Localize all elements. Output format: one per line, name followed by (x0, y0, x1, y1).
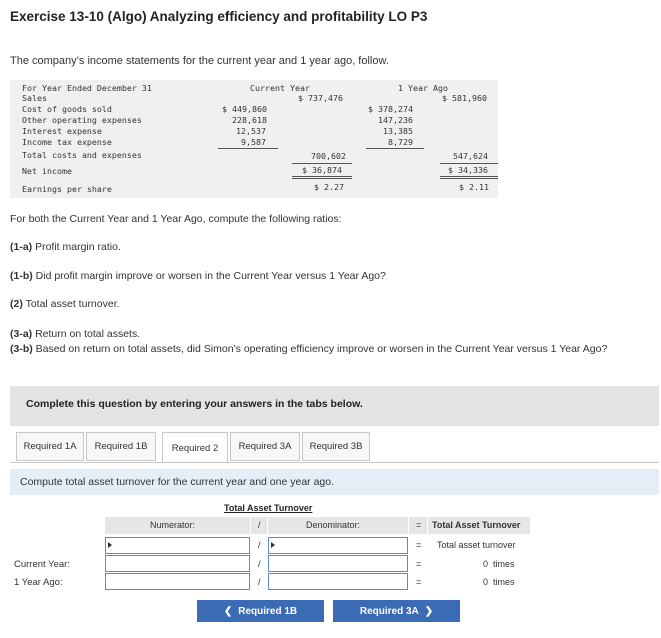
ago-result-value: 0 (482, 577, 488, 587)
numerator-label-input[interactable] (105, 537, 250, 554)
total-label: Total costs and expenses (22, 150, 142, 160)
question-tag: (2) (10, 298, 23, 310)
question-3a: (3-a) Return on total assets. (10, 328, 140, 340)
income-statement: For Year Ended December 31 Current Year … (10, 80, 498, 198)
question-text: Based on return on total assets, did Sim… (32, 343, 608, 355)
sales-current: $ 737,476 (298, 93, 343, 103)
underline (440, 163, 498, 164)
table-title: Total Asset Turnover (224, 503, 313, 513)
question-tag: (3-b) (10, 343, 33, 355)
tax-ago: 8,729 (388, 137, 413, 147)
question-text: Total asset turnover. (22, 298, 120, 310)
opex-label: Other operating expenses (22, 115, 142, 125)
ago-result-unit: times (493, 577, 515, 587)
eq-header: = (416, 520, 422, 530)
double-underline (440, 176, 498, 179)
current-denominator-input[interactable] (268, 555, 408, 572)
tax-label: Income tax expense (22, 137, 112, 147)
question-tag: (3-a) (10, 328, 33, 340)
dropdown-arrow-icon (108, 542, 112, 548)
tab-required-2[interactable]: Required 2 (162, 432, 228, 463)
question-2: (2) Total asset turnover. (10, 298, 120, 310)
prev-button[interactable]: ❮ Required 1B (197, 600, 324, 622)
tab-required-1b[interactable]: Required 1B (86, 432, 156, 461)
next-button[interactable]: Required 3A ❯ (333, 600, 460, 622)
net-income-label: Net income (22, 166, 72, 176)
interest-label: Interest expense (22, 126, 102, 136)
tax-current: 9,587 (241, 137, 266, 147)
instructions-banner: Complete this question by entering your … (10, 386, 659, 426)
slash-symbol: / (258, 540, 261, 550)
ago-numerator-input[interactable] (105, 573, 250, 590)
slash-symbol: / (258, 559, 261, 569)
net-income-current: $ 36,874 (302, 165, 342, 175)
statement-col-ago: 1 Year Ago (398, 83, 448, 93)
underline (292, 163, 352, 164)
underline (218, 148, 278, 149)
opex-ago: 147,236 (378, 115, 413, 125)
chevron-right-icon: ❯ (424, 605, 434, 617)
banner-text: Complete this question by entering your … (26, 398, 363, 410)
page-title: Exercise 13-10 (Algo) Analyzing efficien… (10, 9, 428, 24)
total-current: 700,602 (311, 151, 346, 161)
result-subheader: Total asset turnover (437, 540, 516, 550)
prev-button-label: Required 1B (238, 605, 298, 617)
denominator-label-input[interactable] (268, 537, 408, 554)
sales-label: Sales (22, 93, 47, 103)
equals-symbol: = (416, 540, 422, 550)
question-tag: (1-a) (10, 241, 33, 253)
denominator-header: Denominator: (306, 520, 361, 530)
total-ago: 547,624 (453, 151, 488, 161)
current-result-value: 0 (482, 559, 488, 569)
eps-current: $ 2.27 (314, 182, 344, 192)
question-1a: (1-a) Profit margin ratio. (10, 241, 121, 253)
tab-required-3b[interactable]: Required 3B (302, 432, 370, 461)
intro-text: The company’s income statements for the … (10, 55, 389, 67)
sales-ago: $ 581,960 (442, 93, 487, 103)
instructions-text: For both the Current Year and 1 Year Ago… (10, 213, 342, 225)
tab-required-1a[interactable]: Required 1A (16, 432, 84, 461)
equals-symbol: = (416, 577, 422, 587)
ago-denominator-input[interactable] (268, 573, 408, 590)
opex-current: 228,618 (232, 115, 267, 125)
cogs-ago: $ 378,274 (368, 104, 413, 114)
cogs-label: Cost of goods sold (22, 104, 112, 114)
question-1b: (1-b) Did profit margin improve or worse… (10, 270, 386, 282)
chevron-left-icon: ❮ (223, 605, 233, 617)
slash-symbol: / (258, 577, 261, 587)
question-text: Did profit margin improve or worsen in t… (32, 270, 386, 282)
row-label-blank (10, 537, 104, 554)
next-button-label: Required 3A (359, 605, 419, 617)
question-3b: (3-b) Based on return on total assets, d… (10, 343, 655, 356)
question-tag: (1-b) (10, 270, 33, 282)
eps-ago: $ 2.11 (459, 182, 489, 192)
panel-instruction-bar: Compute total asset turnover for the cur… (10, 469, 659, 495)
cogs-current: $ 449,860 (222, 104, 267, 114)
tab-panel-border (10, 462, 659, 463)
net-income-ago: $ 34,336 (448, 165, 488, 175)
row-label-1-year-ago: 1 Year Ago: (14, 577, 63, 588)
underline (366, 148, 424, 149)
statement-col-current: Current Year (250, 83, 310, 93)
question-text: Profit margin ratio. (32, 241, 121, 253)
eps-label: Earnings per share (22, 184, 112, 194)
row-label-current-year: Current Year: (14, 559, 70, 570)
equals-symbol: = (416, 559, 422, 569)
interest-current: 12,537 (236, 126, 266, 136)
result-header: Total Asset Turnover (432, 520, 521, 530)
tab-required-3a[interactable]: Required 3A (230, 432, 300, 461)
numerator-header: Numerator: (150, 520, 196, 530)
double-underline (292, 176, 352, 179)
slash-header: / (258, 520, 261, 530)
statement-header-label: For Year Ended December 31 (22, 83, 152, 93)
question-text: Return on total assets. (32, 328, 141, 340)
dropdown-arrow-icon (271, 542, 275, 548)
current-result-unit: times (493, 559, 515, 569)
panel-instruction: Compute total asset turnover for the cur… (20, 476, 335, 488)
current-numerator-input[interactable] (105, 555, 250, 572)
interest-ago: 13,385 (383, 126, 413, 136)
